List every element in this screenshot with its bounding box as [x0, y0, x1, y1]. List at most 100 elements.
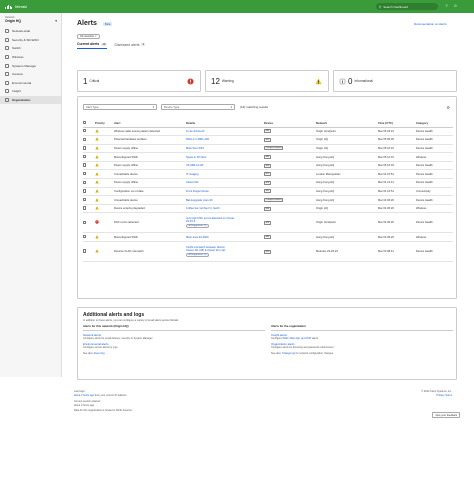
col-time[interactable]: Time (UTC) — [378, 120, 416, 128]
sidebar-item-systems-manager[interactable]: Systems Manager — [0, 61, 61, 70]
alert-time: Mar 05 10:16 — [378, 144, 416, 154]
chevron-down-icon: ▾ — [55, 19, 57, 23]
critical-card[interactable]: 1 Critical — [77, 70, 201, 92]
alert-title: Misconfigured SSID — [114, 232, 186, 243]
informational-card[interactable]: 0 Informational — [333, 70, 457, 92]
row-checkbox[interactable] — [83, 249, 87, 253]
alert-network: Hong Kong HQ — [316, 232, 378, 243]
sidebar-item-security[interactable]: Security & SD-WAN — [0, 36, 61, 45]
table-row[interactable]: Power supply offline Closet 211 MS Hong Kon… — [83, 178, 453, 188]
table-row[interactable]: Misconfigured SSID Main area 32-4600 MR Hon… — [83, 232, 453, 243]
sidebar-item-camera[interactable]: Camera — [0, 70, 61, 79]
sidebar-item-organization[interactable]: Organization — [0, 95, 61, 105]
alert-details-link[interactable]: Closet 111 (28) & Closet 111 (12) — [186, 249, 264, 252]
last-login-value[interactable]: about 2 hours ago — [74, 394, 94, 397]
col-priority[interactable]: Priority — [95, 120, 114, 128]
sidebar-item-switch[interactable]: Switch — [0, 44, 61, 53]
sidebar-item-environmental[interactable]: Environmental — [0, 79, 61, 88]
brand-logo[interactable]: Meraki — [5, 4, 27, 9]
alert-time: Mar 04 06:26 — [378, 204, 416, 214]
warning-icon — [95, 146, 99, 151]
table-row[interactable]: Wireless radio events pattern detected 11… — [83, 127, 453, 137]
network-alerts-column: Alerts for this network (Origin HQ) Netw… — [83, 324, 265, 355]
col-details[interactable]: Details — [186, 120, 264, 128]
row-checkbox[interactable] — [83, 220, 87, 225]
device-icon — [5, 63, 9, 68]
table-row[interactable]: Unreachable device IT Imaging MT London Met… — [83, 169, 453, 180]
col-device[interactable]: Device — [264, 120, 316, 128]
terms-link[interactable]: Terms — [445, 394, 452, 397]
row-checkbox[interactable] — [83, 235, 87, 239]
alert-device: MX — [264, 187, 316, 197]
dashboard-search[interactable]: ⚲ Search Dashboard — [376, 3, 438, 10]
docs-link[interactable]: Documentation on Alerts — [414, 22, 447, 26]
ai-suggestions-button[interactable]: AI Suggestions (1) — [186, 224, 209, 229]
row-checkbox[interactable] — [83, 163, 87, 167]
row-checkbox[interactable] — [83, 197, 87, 202]
help-icon[interactable]: ? — [444, 3, 449, 8]
alert-category: Device Health — [416, 127, 453, 137]
device-type-select[interactable]: Device Type ▾ — [161, 104, 235, 110]
sidebar-item-wireless[interactable]: Wireless — [0, 53, 61, 62]
alert-details: Coffee bar 1st floor N. Gerth — [186, 204, 264, 214]
table-row[interactable]: Power supply offline VP-2B3-12-28 MS Hong K… — [83, 161, 453, 171]
table-row[interactable]: Potential hardware problem 6901-4-1-4801-… — [83, 135, 453, 145]
last-login-from: from your current IP address — [94, 393, 127, 397]
gear-icon[interactable]: ⚙ — [446, 105, 450, 110]
col-network[interactable]: Network — [316, 120, 378, 128]
row-checkbox[interactable] — [83, 206, 87, 210]
event-log-link[interactable]: Event log — [94, 352, 104, 355]
alert-details-link[interactable]: 6901-4-1-4801-220 — [186, 138, 209, 141]
device-name-badge[interactable]: Compact Switch — [264, 198, 284, 203]
row-checkbox[interactable] — [83, 172, 87, 176]
alert-details-link[interactable]: Front Rogers Rose — [186, 190, 209, 193]
sidebar-item-network-wide[interactable]: Network-wide — [0, 27, 61, 36]
alert-type-select[interactable]: Alert Type ▾ — [83, 104, 157, 110]
table-row[interactable]: Devices VLAN mismatch VLAN mismatch betwe… — [83, 241, 453, 263]
network-filter-pill[interactable]: All networks × — [77, 34, 100, 39]
alert-details-link[interactable]: Coffee bar 1st floor N. Gerth — [186, 207, 220, 210]
table-row[interactable]: Unreachable device Batmupgrade main-4F Com… — [83, 195, 453, 205]
select-all-checkbox[interactable] — [83, 121, 87, 125]
table-row[interactable]: Misconfigured SSID Spare in 4th floor MR Ho… — [83, 152, 453, 162]
change-log-link[interactable]: Change log — [282, 352, 295, 355]
insight-type-links[interactable]: WAN, Web App, and VoIP — [283, 337, 312, 340]
alert-details-link[interactable]: VP-2B3-12-28 — [186, 164, 203, 167]
alert-details-link[interactable]: Main floor 9/23 — [186, 147, 204, 150]
feedback-button[interactable]: Give your feedback — [432, 412, 460, 418]
alert-details-link[interactable]: Closet 211 — [186, 181, 199, 184]
privacy-link[interactable]: Privacy — [436, 394, 444, 397]
row-checkbox[interactable] — [83, 137, 87, 142]
device-type-badge: MS — [264, 180, 271, 185]
user-icon[interactable]: ☺ — [453, 3, 458, 8]
device-name-badge[interactable]: Compact Switch — [264, 146, 284, 151]
warning-card[interactable]: 12 Warning — [205, 70, 329, 92]
sidebar-item-label: Insight — [12, 89, 21, 94]
alert-details-link[interactable]: 23-15-3 — [186, 220, 264, 223]
table-row[interactable]: DSC errors detected only high DSC errors … — [83, 212, 453, 234]
alert-details-link[interactable]: Batmupgrade main-4F — [186, 199, 213, 202]
ai-suggestions-button[interactable]: AI Suggestions (1) — [186, 253, 209, 258]
alert-title: Unreachable device — [114, 195, 186, 205]
row-checkbox[interactable] — [83, 180, 87, 185]
col-category[interactable]: Category — [416, 120, 453, 128]
col-alert[interactable]: Alert — [114, 120, 186, 128]
row-checkbox[interactable] — [83, 129, 87, 133]
close-icon[interactable]: × — [95, 35, 97, 38]
table-row[interactable]: Power supply offline Main floor 9/23 Compa… — [83, 144, 453, 154]
sidebar-item-insight[interactable]: Insight — [0, 87, 61, 96]
filter-pill-label: All networks — [80, 34, 94, 38]
tab-dismissed-alerts[interactable]: Dismissed alerts 2 — [115, 42, 146, 49]
alert-details-link[interactable]: Main area 32-4600 — [186, 236, 209, 239]
alert-details-link[interactable]: IT Imaging — [186, 173, 199, 176]
table-row[interactable]: Device entering degraded Coffee bar 1st f… — [83, 204, 453, 214]
row-checkbox[interactable] — [83, 189, 87, 193]
alert-category: Device Health — [416, 169, 453, 180]
alert-details-link[interactable]: Spare in 4th floor — [186, 156, 206, 159]
alert-details-link[interactable]: 11-4e-23-0a-23 — [186, 130, 204, 133]
table-row[interactable]: Configuration out of date Front Rogers Ro… — [83, 187, 453, 197]
tab-current-alerts[interactable]: Current alerts 19 — [77, 42, 107, 49]
row-checkbox[interactable] — [83, 146, 87, 150]
network-selector[interactable]: Network Origin HQ ▾ — [0, 13, 61, 27]
row-checkbox[interactable] — [83, 154, 87, 159]
